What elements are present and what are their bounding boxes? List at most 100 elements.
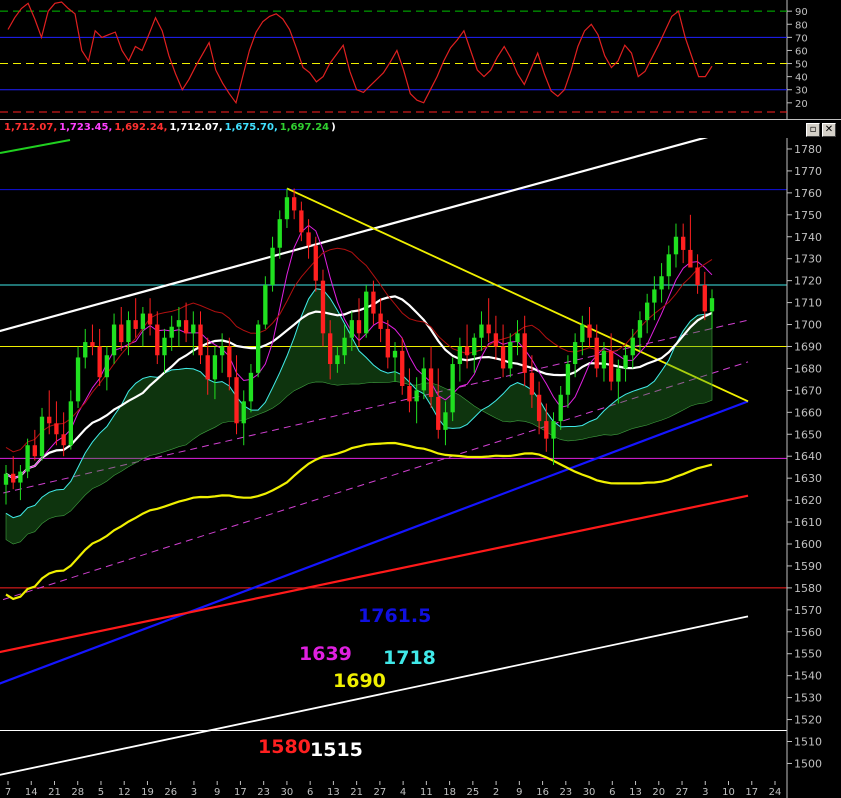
close-icon[interactable]: ✕ <box>822 123 836 137</box>
price-tick-label: 1600 <box>794 538 822 551</box>
x-tick-label: 3 <box>702 787 708 798</box>
candle-body <box>414 390 419 402</box>
price-tick-label: 1720 <box>794 275 822 288</box>
candle-body <box>140 313 146 329</box>
candle-body <box>83 342 88 358</box>
x-tick-label: 5 <box>98 787 104 798</box>
candle-body <box>400 350 405 386</box>
ohlc-value-6: ) <box>331 122 336 133</box>
candle-body <box>356 320 362 334</box>
candle-body <box>234 377 239 424</box>
x-tick-label: 4 <box>400 787 406 798</box>
candle-body <box>263 285 268 325</box>
ohlc-value-2: 1,692.24, <box>114 122 168 133</box>
candle-body <box>486 324 491 334</box>
candle-body <box>688 249 693 268</box>
price-tick-label: 1580 <box>794 582 822 595</box>
x-tick-label: 3 <box>191 787 197 798</box>
candle-body <box>299 210 304 233</box>
candle-body <box>544 421 549 439</box>
x-tick-label: 27 <box>676 787 689 798</box>
price-tick-label: 1510 <box>794 735 822 748</box>
candle-body <box>645 302 650 321</box>
ohlc-value-3: 1,712.07, <box>169 122 223 133</box>
price-tick-label: 1730 <box>794 253 822 266</box>
ohlc-value-1: 1,723.45, <box>59 122 113 133</box>
x-tick-label: 19 <box>141 787 154 798</box>
candle-body <box>436 396 441 430</box>
x-tick-label: 2 <box>493 787 499 798</box>
x-tick-label: 17 <box>745 787 758 798</box>
candle-body <box>443 412 448 430</box>
candle-body <box>104 355 110 378</box>
ohlc-readout: 1,712.07, 1,723.45, 1,692.24, 1,712.07, 1,67… <box>4 122 338 133</box>
candle-body <box>111 324 117 356</box>
candle-body <box>702 285 707 312</box>
candle-body <box>457 346 463 365</box>
oscillator-tick-label: 40 <box>795 73 808 84</box>
oscillator-tick-label: 60 <box>795 46 808 57</box>
chart-window: 90 80 70 60 50 40 30 20 1,712.07, 1,723.45, 1,692… <box>0 0 841 798</box>
price-tick-label: 1610 <box>794 516 822 529</box>
price-tick-label: 1680 <box>794 362 822 375</box>
candle-body <box>464 346 470 356</box>
x-tick-label: 12 <box>118 787 131 798</box>
oscillator-tick-label: 80 <box>795 20 808 31</box>
candle-body <box>342 337 347 356</box>
x-tick-label: 21 <box>48 787 61 798</box>
candle-body <box>594 337 599 369</box>
candle-body <box>709 298 715 312</box>
price-tick-label: 1740 <box>794 231 822 244</box>
x-tick-label: 21 <box>350 787 363 798</box>
candle-body <box>616 368 621 382</box>
candle-body <box>565 364 571 395</box>
candle-body <box>637 320 643 338</box>
ohlc-value-0: 1,712.07, <box>4 122 58 133</box>
x-tick-label: 9 <box>516 787 522 798</box>
x-tick-label: 26 <box>164 787 177 798</box>
candle-body <box>147 313 153 325</box>
candle-body <box>580 324 585 343</box>
candle-body <box>39 416 45 457</box>
candle-body <box>572 342 578 365</box>
candle-body <box>652 289 657 303</box>
candle-body <box>32 445 37 457</box>
candle-body <box>320 280 326 334</box>
price-tick-label: 1530 <box>794 692 822 705</box>
x-tick-label: 25 <box>466 787 479 798</box>
candle-body <box>284 197 290 220</box>
candle-body <box>18 471 23 483</box>
candle-body <box>407 385 412 402</box>
candle-body <box>587 324 592 338</box>
candle-body <box>349 320 354 338</box>
annotation-1761-5: 1761.5 <box>358 605 432 627</box>
candle-body <box>335 355 340 365</box>
price-tick-label: 1660 <box>794 406 822 419</box>
price-window-titlebar: 1,712.07, 1,723.45, 1,692.24, 1,712.07, 1,67… <box>0 119 841 139</box>
price-tick-label: 1700 <box>794 319 822 332</box>
x-tick-label: 16 <box>536 787 549 798</box>
candle-body <box>97 346 102 378</box>
candle-body <box>666 254 671 277</box>
x-tick-label: 27 <box>374 787 387 798</box>
annotation-1639: 1639 <box>299 643 352 665</box>
annotation-1718: 1718 <box>383 647 436 669</box>
x-tick-label: 9 <box>214 787 220 798</box>
candle-body <box>90 342 95 347</box>
x-tick-label: 11 <box>420 787 433 798</box>
x-tick-label: 13 <box>629 787 642 798</box>
restore-icon[interactable]: ▫ <box>806 123 820 137</box>
candle-body <box>601 350 607 369</box>
candle-body <box>493 333 499 347</box>
candle-body <box>673 236 679 255</box>
candle-body <box>54 423 59 435</box>
price-tick-label: 1690 <box>794 340 822 353</box>
price-tick-label: 1550 <box>794 648 822 661</box>
price-tick-label: 1750 <box>794 209 822 222</box>
price-panel: 1780177017601750174017301720171017001690… <box>0 138 841 798</box>
x-tick-label: 13 <box>327 787 340 798</box>
x-tick-label: 28 <box>71 787 84 798</box>
candle-body <box>292 197 297 211</box>
candle-body <box>558 394 563 422</box>
oscillator-tick-label: 90 <box>795 7 808 18</box>
